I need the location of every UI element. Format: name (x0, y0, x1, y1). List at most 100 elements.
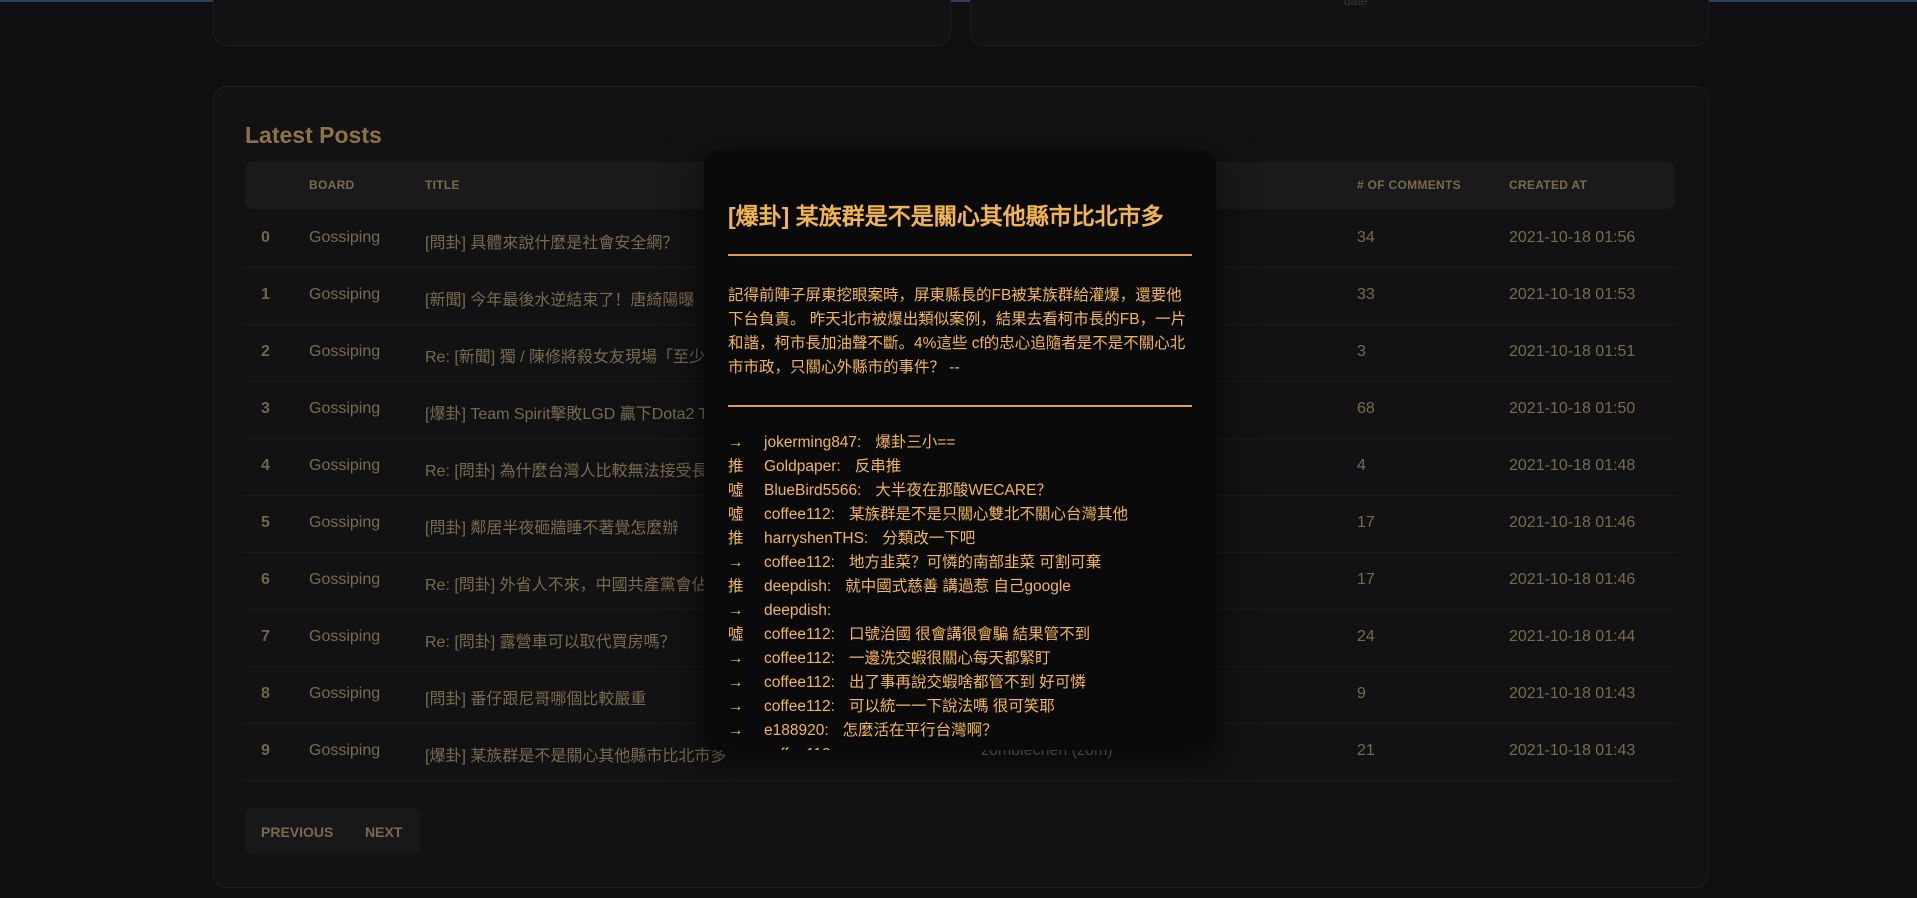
column-header-board: BOARD (309, 178, 355, 192)
row-created-at: 2021-10-18 01:48 (1509, 457, 1636, 474)
comment-user: deepdish: (764, 578, 832, 595)
comment-user: coffee112: (764, 554, 835, 571)
comment-user: coffee112: (764, 674, 835, 691)
post-detail-modal: [爆卦] 某族群是不是關心其他縣市比北市多 記得前陣子屏東挖眼案時，屏東縣長的F… (704, 151, 1216, 750)
next-button[interactable]: NEXT (365, 824, 402, 840)
row-board: Gossiping (309, 571, 381, 588)
comment-item: → coffee112: 出了事再說交蝦啥都管不到 好可憐 (728, 671, 1198, 695)
top-right-card (970, 0, 1709, 46)
comment-item: 噓 coffee112: 口號治國 很會講很會騙 結果管不到 (728, 623, 1198, 647)
column-header-comments: # OF COMMENTS (1357, 178, 1461, 192)
comment-user: coffee112: (764, 626, 835, 643)
row-index: 6 (261, 571, 270, 588)
row-created-at: 2021-10-18 01:53 (1509, 286, 1636, 303)
section-title: Latest Posts (245, 122, 382, 148)
comment-item: → e188920: 怎麼活在平行台灣啊？ (728, 719, 1198, 743)
row-board: Gossiping (309, 457, 381, 474)
comment-tag: → (728, 602, 744, 619)
comment-user: coffee112: (764, 743, 835, 750)
row-created-at: 2021-10-18 01:43 (1509, 742, 1636, 759)
row-board: Gossiping (309, 685, 381, 702)
comment-item: 噓 coffee112: 某族群是不是只關心雙北不關心台灣其他 (728, 503, 1198, 527)
comment-text: 地方韭菜？可憐的南部韭菜 可割可棄 (848, 554, 1102, 571)
row-created-at: 2021-10-18 01:46 (1509, 514, 1636, 531)
row-index: 5 (261, 514, 270, 531)
row-index: 9 (261, 742, 270, 759)
comment-item: → coffee112: 可以統一一下說法嗎 很可笑耶 (728, 695, 1198, 719)
comment-text: 怎麼活在平行台灣啊？ (842, 722, 998, 739)
comment-tag: → (728, 434, 744, 451)
comment-user: e188920: (764, 722, 829, 739)
row-created-at: 2021-10-18 01:51 (1509, 343, 1636, 360)
row-created-at: 2021-10-18 01:43 (1509, 685, 1636, 702)
comment-item: → jokerming847: 爆卦三小== (728, 431, 1198, 455)
comment-tag: → (728, 674, 744, 691)
comment-text: 大半夜在那酸WECARE？ (875, 482, 1052, 499)
comment-item: 噓 BlueBird5566: 大半夜在那酸WECARE？ (728, 479, 1198, 503)
comment-tag: 推 (728, 530, 744, 547)
comment-list: → jokerming847: 爆卦三小== 推 Goldpaper: 反串推噓 BlueB… (728, 431, 1198, 750)
comment-tag: 噓 (728, 626, 744, 643)
comment-tag: → (728, 650, 744, 667)
comment-tag: → (728, 554, 744, 571)
modal-body: 記得前陣子屏東挖眼案時，屏東縣長的FB被某族群給灌爆，還要他下台負責。 昨天北市… (728, 287, 1187, 376)
comment-item: → coffee112: 一邊洗交蝦很關心每天都緊盯 (728, 647, 1198, 671)
row-created-at: 2021-10-18 01:56 (1509, 229, 1636, 246)
previous-button[interactable]: PREVIOUS (261, 824, 333, 840)
row-board: Gossiping (309, 400, 381, 417)
comment-tag: 噓 (728, 482, 744, 499)
comment-text: 出了事再說交蝦啥都管不到 好可憐 (848, 674, 1086, 691)
row-created-at: 2021-10-18 01:44 (1509, 628, 1636, 645)
modal-title: [爆卦] 某族群是不是關心其他縣市比北市多 (728, 203, 1164, 229)
comment-item: 推 Goldpaper: 反串推 (728, 455, 1198, 479)
comment-text: 一邊洗交蝦很關心每天都緊盯 (848, 650, 1051, 667)
comment-text: 分類改一下吧 (882, 530, 976, 547)
pagination: PREVIOUS NEXT (245, 808, 420, 855)
comment-item: → coffee112: 地方韭菜？可憐的南部韭菜 可割可棄 (728, 551, 1198, 575)
comment-text: 就中國式慈善 講過惹 自己google (845, 578, 1071, 595)
row-index: 2 (261, 343, 270, 360)
comment-tag: → (728, 722, 744, 739)
column-header-title: TITLE (425, 178, 460, 192)
row-board: Gossiping (309, 286, 381, 303)
comment-tag: → (728, 743, 764, 750)
comment-user: jokerming847: (764, 434, 862, 451)
comment-user: coffee112: (764, 650, 835, 667)
comment-item: 推 deepdish: 就中國式慈善 講過惹 自己google (728, 575, 1198, 599)
comment-user: harryshenTHS: (764, 530, 869, 547)
row-board: Gossiping (309, 343, 381, 360)
row-index: 1 (261, 286, 270, 303)
comment-tag: 推 (728, 458, 744, 475)
comment-user: coffee112: (764, 506, 835, 523)
comment-user: Goldpaper: (764, 458, 841, 475)
row-index: 7 (261, 628, 270, 645)
comment-user: deepdish: (764, 602, 832, 619)
row-created-at: 2021-10-18 01:50 (1509, 400, 1636, 417)
comment-tag: → (728, 698, 744, 715)
row-index: 8 (261, 685, 270, 702)
row-index: 4 (261, 457, 270, 474)
row-created-at: 2021-10-18 01:46 (1509, 571, 1636, 588)
comment-tag: 噓 (728, 506, 744, 523)
row-board: Gossiping (309, 628, 381, 645)
comment-item: →coffee112: (728, 743, 1198, 750)
top-left-card (213, 0, 951, 46)
column-header-created-at: CREATED AT (1509, 178, 1588, 192)
comment-user: BlueBird5566: (764, 482, 862, 499)
comment-text: 可以統一一下說法嗎 很可笑耶 (848, 698, 1055, 715)
modal-divider (728, 254, 1192, 256)
row-board: Gossiping (309, 229, 381, 246)
comment-user: coffee112: (764, 698, 835, 715)
comment-item: → deepdish: (728, 599, 1198, 623)
comment-text: 反串推 (854, 458, 902, 475)
comment-item: 推 harryshenTHS: 分類改一下吧 (728, 527, 1198, 551)
comment-tag: 推 (728, 578, 744, 595)
top-right-card-label: date (1344, 0, 1368, 8)
comment-text: 爆卦三小== (875, 434, 956, 451)
comment-text: 某族群是不是只關心雙北不關心台灣其他 (848, 506, 1128, 523)
row-index: 3 (261, 400, 270, 417)
row-index: 0 (261, 229, 270, 246)
row-board: Gossiping (309, 514, 381, 531)
comment-text: 口號治國 很會講很會騙 結果管不到 (848, 626, 1091, 643)
row-board: Gossiping (309, 742, 381, 759)
